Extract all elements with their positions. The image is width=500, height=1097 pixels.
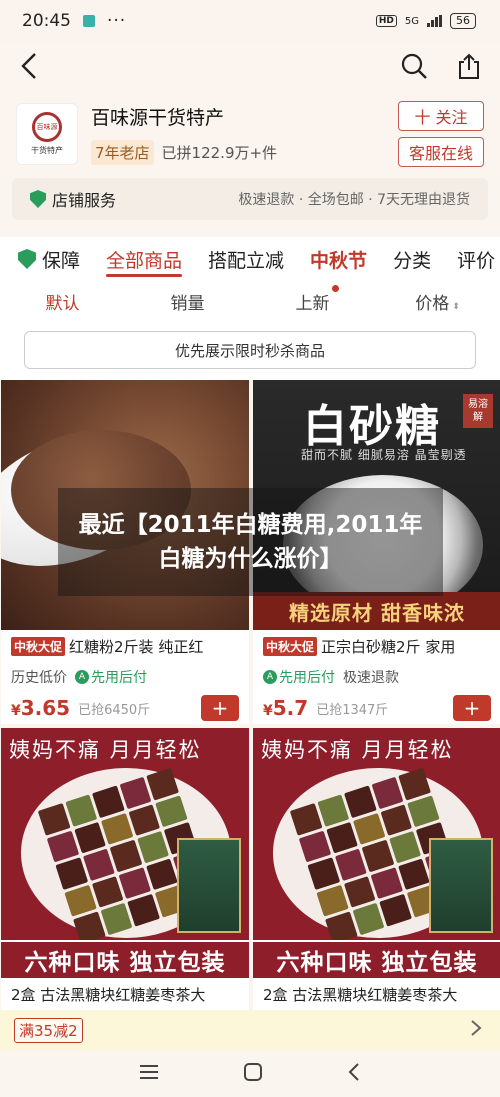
- product-price: ¥3.65: [11, 696, 70, 720]
- tab-all-products[interactable]: 全部商品: [106, 237, 183, 281]
- article-title: 最近【2011年白糖费用,2011年白糖为什么涨价】: [78, 512, 423, 572]
- pay-later-icon: A: [75, 670, 89, 684]
- store-service-details: 极速退款 · 全场包邮 · 7天无理由退货: [238, 192, 470, 208]
- image-banner: 六种口味 独立包装: [253, 940, 500, 978]
- pay-later-icon: A: [263, 670, 277, 684]
- product-title: 2盒 古法黑糖块红糖姜枣茶大: [11, 986, 206, 1004]
- tea-box-graphic: [429, 838, 493, 933]
- back-nav-icon[interactable]: [347, 1062, 361, 1086]
- fast-refund-label: 极速退款: [343, 670, 399, 686]
- store-logo-mark: 百味源: [32, 112, 62, 142]
- sort-price[interactable]: 价格 ⬍: [375, 289, 500, 314]
- hd-icon: HD: [375, 15, 397, 27]
- product-title: 2盒 古法黑糖块红糖姜枣茶大: [263, 986, 458, 1004]
- flash-sale-priority-button[interactable]: 优先展示限时秒杀商品: [24, 331, 476, 369]
- customer-service-button[interactable]: 客服在线: [398, 137, 484, 167]
- signal-icon: [427, 15, 442, 27]
- network-label: 5G: [404, 15, 419, 27]
- tab-bundle-discount[interactable]: 搭配立减: [208, 237, 284, 281]
- image-headline: 姨妈不痛 月月轻松: [9, 738, 202, 762]
- currency-symbol: ¥: [263, 703, 273, 719]
- more-notifications-icon: ···: [107, 11, 127, 31]
- store-name[interactable]: 百味源干货特产: [91, 103, 398, 130]
- tab-reviews[interactable]: 评价: [457, 237, 495, 281]
- menu-icon[interactable]: [139, 1063, 159, 1085]
- category-tabs: 保障 全部商品 搭配立减 中秋节 分类 评价: [0, 237, 500, 281]
- plus-icon: +: [463, 696, 481, 720]
- app-notification-icon: [83, 15, 95, 27]
- tab-guarantee[interactable]: 保障: [18, 237, 80, 281]
- history-low-label: 历史低价: [11, 670, 67, 686]
- product-price: ¥5.7: [263, 696, 308, 720]
- sold-count: 已抢6450斤: [78, 702, 151, 718]
- image-tag: 易溶解: [463, 394, 493, 428]
- image-title: 白砂糖: [303, 401, 441, 452]
- shield-icon: [30, 190, 46, 208]
- follow-button[interactable]: 十 关注: [398, 101, 484, 131]
- sort-bar: 默认 销量 上新 价格 ⬍: [0, 281, 500, 321]
- product-title: 正宗白砂糖2斤 家用: [321, 638, 456, 656]
- promo-wrapper: 优先展示限时秒杀商品: [0, 321, 500, 380]
- coupon-tag: 满35减2: [14, 1017, 83, 1043]
- tab-mid-autumn[interactable]: 中秋节: [310, 237, 367, 281]
- product-grid: 中秋大促 红糖粉2斤装 纯正红 历史低价 A 先用后付 ¥3.65 已抢6450斤…: [0, 380, 500, 1072]
- pay-later-label: 先用后付: [91, 670, 147, 686]
- store-header: 百味源 干货特产 百味源干货特产 7年老店 已拼122.9万+件 十 关注 客服…: [0, 98, 500, 170]
- store-logo-text: 干货特产: [31, 146, 63, 155]
- product-title: 红糖粉2斤装 纯正红: [69, 638, 204, 656]
- status-bar: 20:45 ··· HD 5G 56: [0, 0, 500, 42]
- tab-guarantee-label: 保障: [42, 249, 81, 272]
- price-value: 3.65: [20, 696, 71, 720]
- new-indicator-dot: [332, 284, 339, 292]
- chevron-right-icon[interactable]: [470, 1019, 482, 1041]
- sort-default[interactable]: 默认: [0, 289, 125, 314]
- image-headline: 姨妈不痛 月月轻松: [261, 738, 454, 762]
- tab-categories[interactable]: 分类: [393, 237, 431, 281]
- sort-sales[interactable]: 销量: [125, 289, 250, 314]
- store-age-badge: 7年老店: [91, 140, 154, 165]
- shield-check-icon: [18, 249, 36, 269]
- sort-price-label: 价格: [415, 293, 450, 314]
- promo-tag: 中秋大促: [11, 637, 66, 656]
- sort-arrows-icon: ⬍: [452, 301, 460, 312]
- store-logo[interactable]: 百味源 干货特产: [16, 103, 78, 165]
- home-icon[interactable]: [243, 1062, 263, 1086]
- store-sales: 已拼122.9万+件: [161, 144, 278, 162]
- sort-new-label: 上新: [295, 293, 330, 314]
- price-value: 5.7: [272, 696, 309, 720]
- system-navigation-bar: [0, 1050, 500, 1097]
- product-image[interactable]: 姨妈不痛 月月轻松 六种口味 独立包装: [253, 728, 500, 978]
- image-banner: 六种口味 独立包装: [1, 940, 249, 978]
- image-banner: 精选原材 甜香味浓: [253, 592, 500, 630]
- plus-icon: +: [211, 696, 229, 720]
- battery-icon: 56: [450, 13, 476, 29]
- article-title-overlay: 最近【2011年白糖费用,2011年白糖为什么涨价】: [58, 488, 443, 596]
- add-to-cart-button[interactable]: +: [201, 695, 239, 721]
- share-icon[interactable]: [456, 52, 482, 84]
- product-image[interactable]: 姨妈不痛 月月轻松 六种口味 独立包装: [1, 728, 249, 978]
- store-service-row[interactable]: 店铺服务 极速退款 · 全场包邮 · 7天无理由退货: [12, 178, 488, 220]
- back-icon[interactable]: [18, 51, 40, 85]
- nav-bar: [0, 42, 500, 94]
- sort-new[interactable]: 上新: [250, 284, 375, 314]
- currency-symbol: ¥: [11, 703, 21, 719]
- store-service-label: 店铺服务: [52, 191, 117, 210]
- promo-tag: 中秋大促: [263, 637, 318, 656]
- status-time: 20:45: [22, 11, 71, 31]
- search-icon[interactable]: [400, 52, 428, 84]
- pay-later-label: 先用后付: [279, 670, 335, 686]
- add-to-cart-button[interactable]: +: [453, 695, 491, 721]
- tea-box-graphic: [177, 838, 241, 933]
- coupon-bar[interactable]: 满35减2: [0, 1010, 500, 1050]
- image-subtitle: 甜而不腻 细腻易溶 晶莹剔透: [301, 448, 467, 462]
- sold-count: 已抢1347斤: [316, 702, 389, 718]
